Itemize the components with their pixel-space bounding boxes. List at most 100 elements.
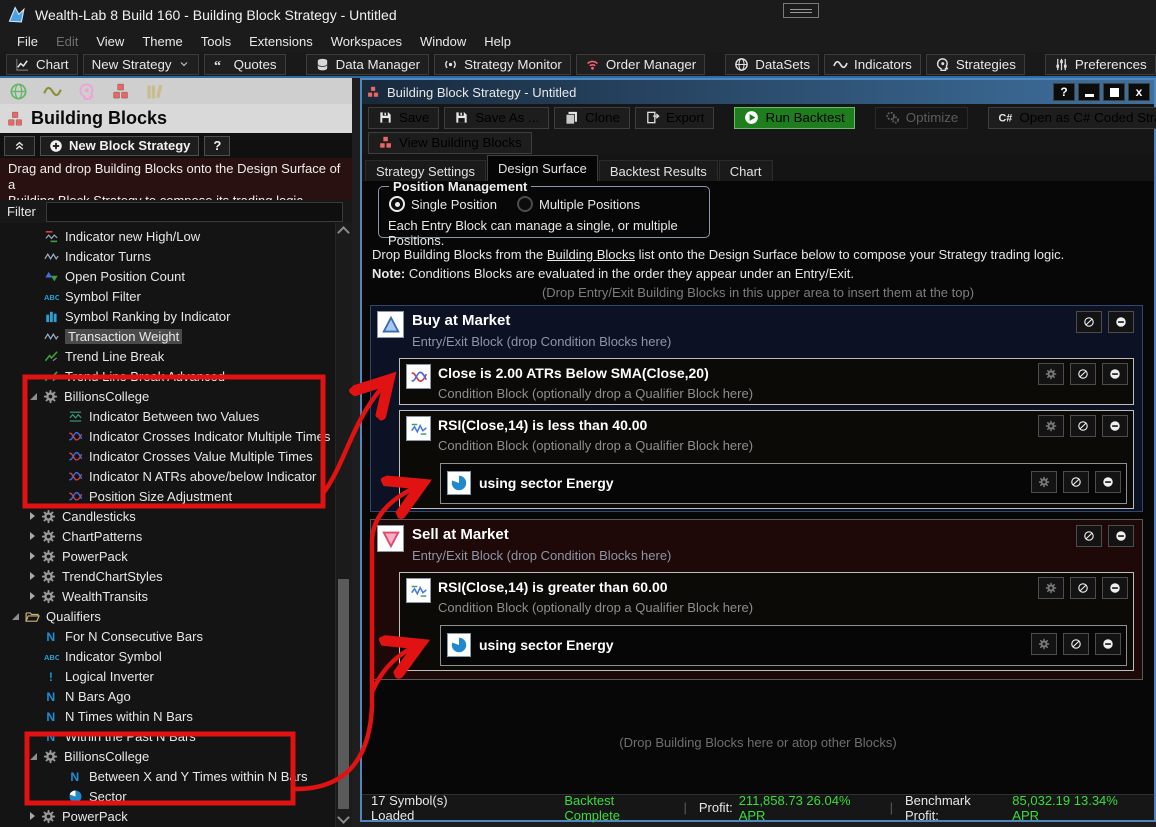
expand-arrow-icon[interactable]	[30, 572, 35, 580]
tree-item-between-x-and-y-times-within-n-bars[interactable]: NBetween X and Y Times within N Bars	[0, 766, 352, 786]
tree-item-within-the-past-n-bars[interactable]: NWithin the Past N Bars	[0, 726, 352, 746]
menu-view[interactable]: View	[87, 32, 133, 51]
minus-button[interactable]	[1095, 633, 1121, 655]
view-building-blocks-button[interactable]: View Building Blocks	[368, 132, 532, 154]
tree-item-indicator-between-two-values[interactable]: Indicator Between two Values	[0, 406, 352, 426]
window-help-button[interactable]: ?	[1053, 83, 1075, 101]
preferences-button[interactable]: Preferences	[1045, 54, 1156, 75]
minus-button[interactable]	[1102, 577, 1128, 599]
minus-button[interactable]	[1108, 311, 1134, 333]
slash-button[interactable]	[1076, 525, 1102, 547]
tree-item-sector[interactable]: Sector	[0, 786, 352, 806]
collapse-arrow-icon[interactable]	[30, 393, 37, 400]
slash-button[interactable]	[1070, 363, 1096, 385]
tab-strategy-settings[interactable]: Strategy Settings	[365, 160, 486, 181]
condition-block[interactable]: Close is 2.00 ATRs Below SMA(Close,20)Co…	[399, 358, 1134, 405]
gear-button[interactable]	[1031, 471, 1057, 493]
tree-item-n-times-within-n-bars[interactable]: NN Times within N Bars	[0, 706, 352, 726]
wave-icon[interactable]	[43, 82, 62, 101]
minus-button[interactable]	[1102, 363, 1128, 385]
globe-icon[interactable]	[9, 82, 28, 101]
quotes-button[interactable]: “Quotes	[204, 54, 286, 75]
tree-item-wealthtransits[interactable]: WealthTransits	[0, 586, 352, 606]
menu-help[interactable]: Help	[475, 32, 520, 51]
new-block-strategy-button[interactable]: New Block Strategy	[40, 136, 199, 156]
tree-scrollbar[interactable]	[335, 223, 352, 827]
scroll-down-icon[interactable]	[336, 811, 351, 827]
tree-item-n-bars-ago[interactable]: NN Bars Ago	[0, 686, 352, 706]
condition-block[interactable]: RSI(Close,14) is less than 40.00Conditio…	[399, 410, 1134, 509]
single-position-radio[interactable]: Single Position	[389, 196, 497, 212]
save-button[interactable]: Save	[368, 107, 439, 129]
close-button[interactable]: x	[1128, 83, 1150, 101]
expand-arrow-icon[interactable]	[30, 552, 35, 560]
buy-at-market-block[interactable]: Buy at MarketEntry/Exit Block (drop Cond…	[370, 305, 1143, 512]
menu-theme[interactable]: Theme	[133, 32, 191, 51]
clone-button[interactable]: Clone	[554, 107, 630, 129]
collapse-all-button[interactable]	[4, 136, 35, 156]
tree-item-candlesticks[interactable]: Candlesticks	[0, 506, 352, 526]
menu-edit[interactable]: Edit	[47, 32, 87, 51]
tree-item-powerpack[interactable]: PowerPack	[0, 546, 352, 566]
tree-item-qualifiers[interactable]: Qualifiers	[0, 606, 352, 626]
gear-button[interactable]	[1031, 633, 1057, 655]
tree-item-indicator-crosses-indicator-multiple-times[interactable]: Indicator Crosses Indicator Multiple Tim…	[0, 426, 352, 446]
minus-button[interactable]	[1102, 415, 1128, 437]
scroll-up-icon[interactable]	[336, 223, 351, 239]
gear-button[interactable]	[1038, 577, 1064, 599]
save-as-button[interactable]: Save As ...	[444, 107, 549, 129]
menu-file[interactable]: File	[8, 32, 47, 51]
sell-at-market-block[interactable]: Sell at MarketEntry/Exit Block (drop Con…	[370, 519, 1143, 680]
blocks-icon[interactable]	[111, 82, 130, 101]
filter-input[interactable]	[46, 202, 343, 222]
slash-button[interactable]	[1063, 471, 1089, 493]
minus-button[interactable]	[1095, 471, 1121, 493]
scrollbar-thumb[interactable]	[338, 579, 349, 809]
run-backtest-button[interactable]: Run Backtest	[734, 107, 854, 129]
tree-item-billionscollege[interactable]: BillionsCollege	[0, 746, 352, 766]
gear-button[interactable]	[1038, 363, 1064, 385]
data-manager-button[interactable]: Data Manager	[306, 54, 429, 75]
strategies-button[interactable]: Strategies	[926, 54, 1025, 75]
indicators-button[interactable]: Indicators	[824, 54, 921, 75]
tree-item-indicator-crosses-value-multiple-times[interactable]: Indicator Crosses Value Multiple Times	[0, 446, 352, 466]
minimize-button[interactable]	[1078, 83, 1100, 101]
strategy-monitor-button[interactable]: Strategy Monitor	[434, 54, 571, 75]
optimize-button[interactable]: Optimize	[875, 107, 969, 129]
tree-item-transaction-weight[interactable]: Transaction Weight	[0, 326, 352, 346]
collapse-arrow-icon[interactable]	[30, 753, 37, 760]
expand-arrow-icon[interactable]	[30, 512, 35, 520]
tree-item-position-size-adjustment[interactable]: Position Size Adjustment	[0, 486, 352, 506]
qualifier-block[interactable]: using sector Energy	[440, 625, 1127, 666]
tree-item-symbol-ranking-by-indicator[interactable]: Symbol Ranking by Indicator	[0, 306, 352, 326]
minus-button[interactable]	[1108, 525, 1134, 547]
order-manager-button[interactable]: Order Manager	[576, 54, 705, 75]
tab-backtest-results[interactable]: Backtest Results	[599, 160, 718, 181]
open-as-c-coded-strategy-button[interactable]: C#Open as C# Coded Strategy	[988, 107, 1156, 129]
menu-tools[interactable]: Tools	[192, 32, 240, 51]
datasets-button[interactable]: DataSets	[725, 54, 819, 75]
tree-item-logical-inverter[interactable]: !Logical Inverter	[0, 666, 352, 686]
tree-item-trend-line-break-advanced[interactable]: Trend Line Break Advanced	[0, 366, 352, 386]
expand-arrow-icon[interactable]	[30, 812, 35, 820]
tree-item-indicator-new-high-low[interactable]: Indicator new High/Low	[0, 226, 352, 246]
tree-item-symbol-filter[interactable]: ABCSymbol Filter	[0, 286, 352, 306]
condition-block[interactable]: RSI(Close,14) is greater than 60.00Condi…	[399, 572, 1134, 671]
books-icon[interactable]	[145, 82, 164, 101]
tree-item-billionscollege[interactable]: BillionsCollege	[0, 386, 352, 406]
slash-button[interactable]	[1076, 311, 1102, 333]
tree-item-indicator-n-atrs-above-below-indicator[interactable]: Indicator N ATRs above/below Indicator	[0, 466, 352, 486]
multiple-positions-radio[interactable]: Multiple Positions	[517, 196, 640, 212]
tree-item-powerpack[interactable]: PowerPack	[0, 806, 352, 826]
maximize-button[interactable]	[1103, 83, 1125, 101]
qualifier-block[interactable]: using sector Energy	[440, 463, 1127, 504]
collapse-arrow-icon[interactable]	[12, 613, 19, 620]
panel-help-button[interactable]: ?	[204, 136, 230, 156]
tab-design-surface[interactable]: Design Surface	[487, 155, 598, 181]
export-button[interactable]: Export	[635, 107, 715, 129]
expand-arrow-icon[interactable]	[30, 592, 35, 600]
tab-chart[interactable]: Chart	[719, 160, 773, 181]
slash-button[interactable]	[1070, 577, 1096, 599]
gear-button[interactable]	[1038, 415, 1064, 437]
tree-item-for-n-consecutive-bars[interactable]: NFor N Consecutive Bars	[0, 626, 352, 646]
